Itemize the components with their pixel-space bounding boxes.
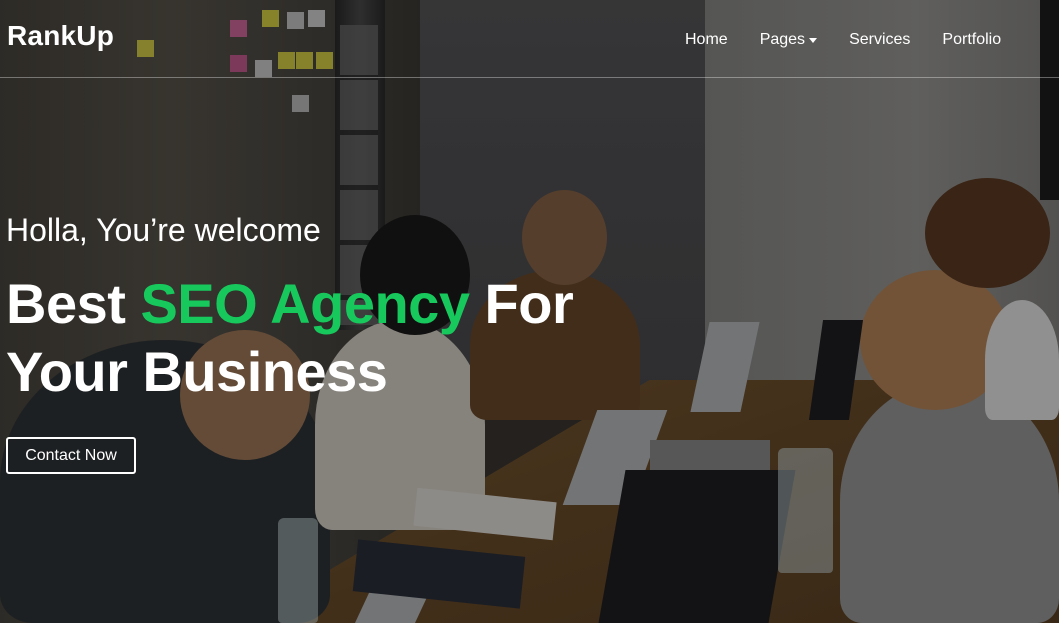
nav-item-label: Portfolio [942, 31, 1002, 48]
headline-accent: SEO Agency [140, 272, 470, 335]
brand-logo[interactable]: RankUp [7, 20, 114, 52]
nav-item-label: Pages [759, 31, 806, 48]
hero-headline: Best SEO Agency For Your Business [6, 270, 574, 406]
nav-item-pages[interactable]: Pages [759, 31, 818, 49]
hero-subtitle: Holla, You’re welcome [6, 212, 321, 248]
headline-part2: For [469, 272, 574, 335]
top-navbar: RankUp Home Pages Services Portfolio [0, 0, 1059, 78]
nav-item-portfolio[interactable]: Portfolio [942, 31, 1001, 49]
caret-down-icon [809, 38, 818, 43]
nav-item-label: Services [849, 31, 911, 48]
headline-line2: Your Business [6, 340, 388, 403]
nav-item-label: Home [685, 31, 728, 48]
headline-part1: Best [6, 272, 141, 335]
nav-item-services[interactable]: Services [849, 31, 910, 49]
main-nav: Home Pages Services Portfolio [685, 31, 1033, 49]
contact-now-button[interactable]: Contact Now [6, 437, 136, 474]
nav-item-home[interactable]: Home [685, 31, 728, 49]
